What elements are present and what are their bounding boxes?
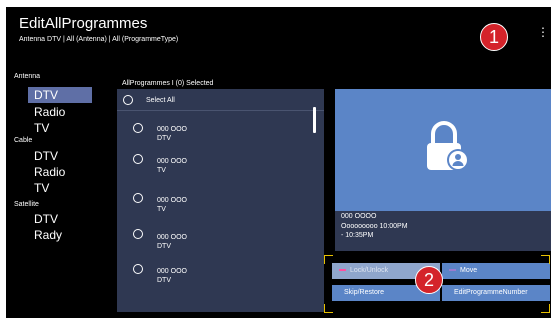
programme-radio-3[interactable] [133,193,143,203]
edit-programme-number-button[interactable]: EditProgrammeNumber [442,285,550,301]
focus-corner-br [541,304,550,313]
programme-radio-4[interactable] [133,229,143,239]
focus-corner-bl [324,304,333,313]
list-item[interactable]: 000 OOO DTV [157,267,187,285]
list-header: AllProgrammes I (0) Selected [122,80,214,87]
sidebar-item-cable-radio[interactable]: Radio [28,164,92,180]
pink-key-icon [339,269,346,271]
sidebar-item-antenna-tv[interactable]: TV [28,120,92,136]
programme-radio-1[interactable] [133,123,143,133]
programme-number: 000 OOO [157,126,187,133]
purple-key-icon [449,269,456,271]
callout-badge-2: 2 [415,266,443,294]
more-vert-icon[interactable]: ⋮ [537,26,549,38]
list-item[interactable]: 000 OOO DTV [157,125,187,143]
preview-panel [335,89,551,211]
callout-badge-1: 1 [480,23,508,51]
programme-type: DTV [157,135,171,142]
programme-type: DTV [157,277,171,284]
list-item[interactable]: 000 OOO TV [157,196,187,214]
programme-type: TV [157,167,166,174]
list-divider [117,110,324,111]
list-item[interactable]: 000 OOO TV [157,157,187,175]
sidebar-item-antenna-dtv[interactable]: DTV [28,87,92,103]
programme-type: DTV [157,243,171,250]
programme-type: TV [157,206,166,213]
lock-user-icon [427,121,469,171]
programme-number: 000 OOO [157,268,187,275]
info-start-time: Ooooooooo 10:00PM [341,223,408,230]
sidebar-item-antenna-radio[interactable]: Radio [28,104,92,120]
skip-restore-label: Skip/Restore [344,289,385,296]
page-subtitle: Antenna DTV | All (Antenna) | All (Progr… [19,36,179,43]
focus-corner-tr [541,255,550,264]
list-item[interactable]: 000 OOO DTV [157,233,187,251]
select-all-radio[interactable] [123,95,133,105]
edit-programme-number-label: EditProgrammeNumber [454,289,528,296]
lock-unlock-label: Lock/Unlock [350,267,389,274]
tv-screen: EditAllProgrammes Antenna DTV | All (Ant… [6,7,551,318]
programme-number: 000 OOO [157,234,187,241]
select-all-label: Select All [146,97,175,104]
sidebar-group-cable: Cable [14,137,33,144]
sidebar-item-satellite-dtv[interactable]: DTV [28,211,92,227]
move-label: Move [460,267,478,274]
move-button[interactable]: Move [442,263,550,279]
programme-list [117,89,324,312]
page-title: EditAllProgrammes [19,15,148,32]
programme-radio-2[interactable] [133,154,143,164]
info-end-time: - 10:35PM [341,232,374,239]
sidebar-group-satellite: Satellite [14,201,39,208]
list-scrollbar[interactable] [313,107,316,133]
sidebar-group-antenna: Antenna [14,73,41,80]
focus-corner-tl [324,255,333,264]
programme-number: 000 OOO [157,197,187,204]
sidebar-item-satellite-rady[interactable]: Rady [28,227,92,243]
info-channel: 000 OOOO [341,213,377,220]
sidebar-item-cable-tv[interactable]: TV [28,180,92,196]
programme-radio-5[interactable] [133,264,143,274]
sidebar-item-cable-dtv[interactable]: DTV [28,148,92,164]
programme-number: 000 OOO [157,158,187,165]
